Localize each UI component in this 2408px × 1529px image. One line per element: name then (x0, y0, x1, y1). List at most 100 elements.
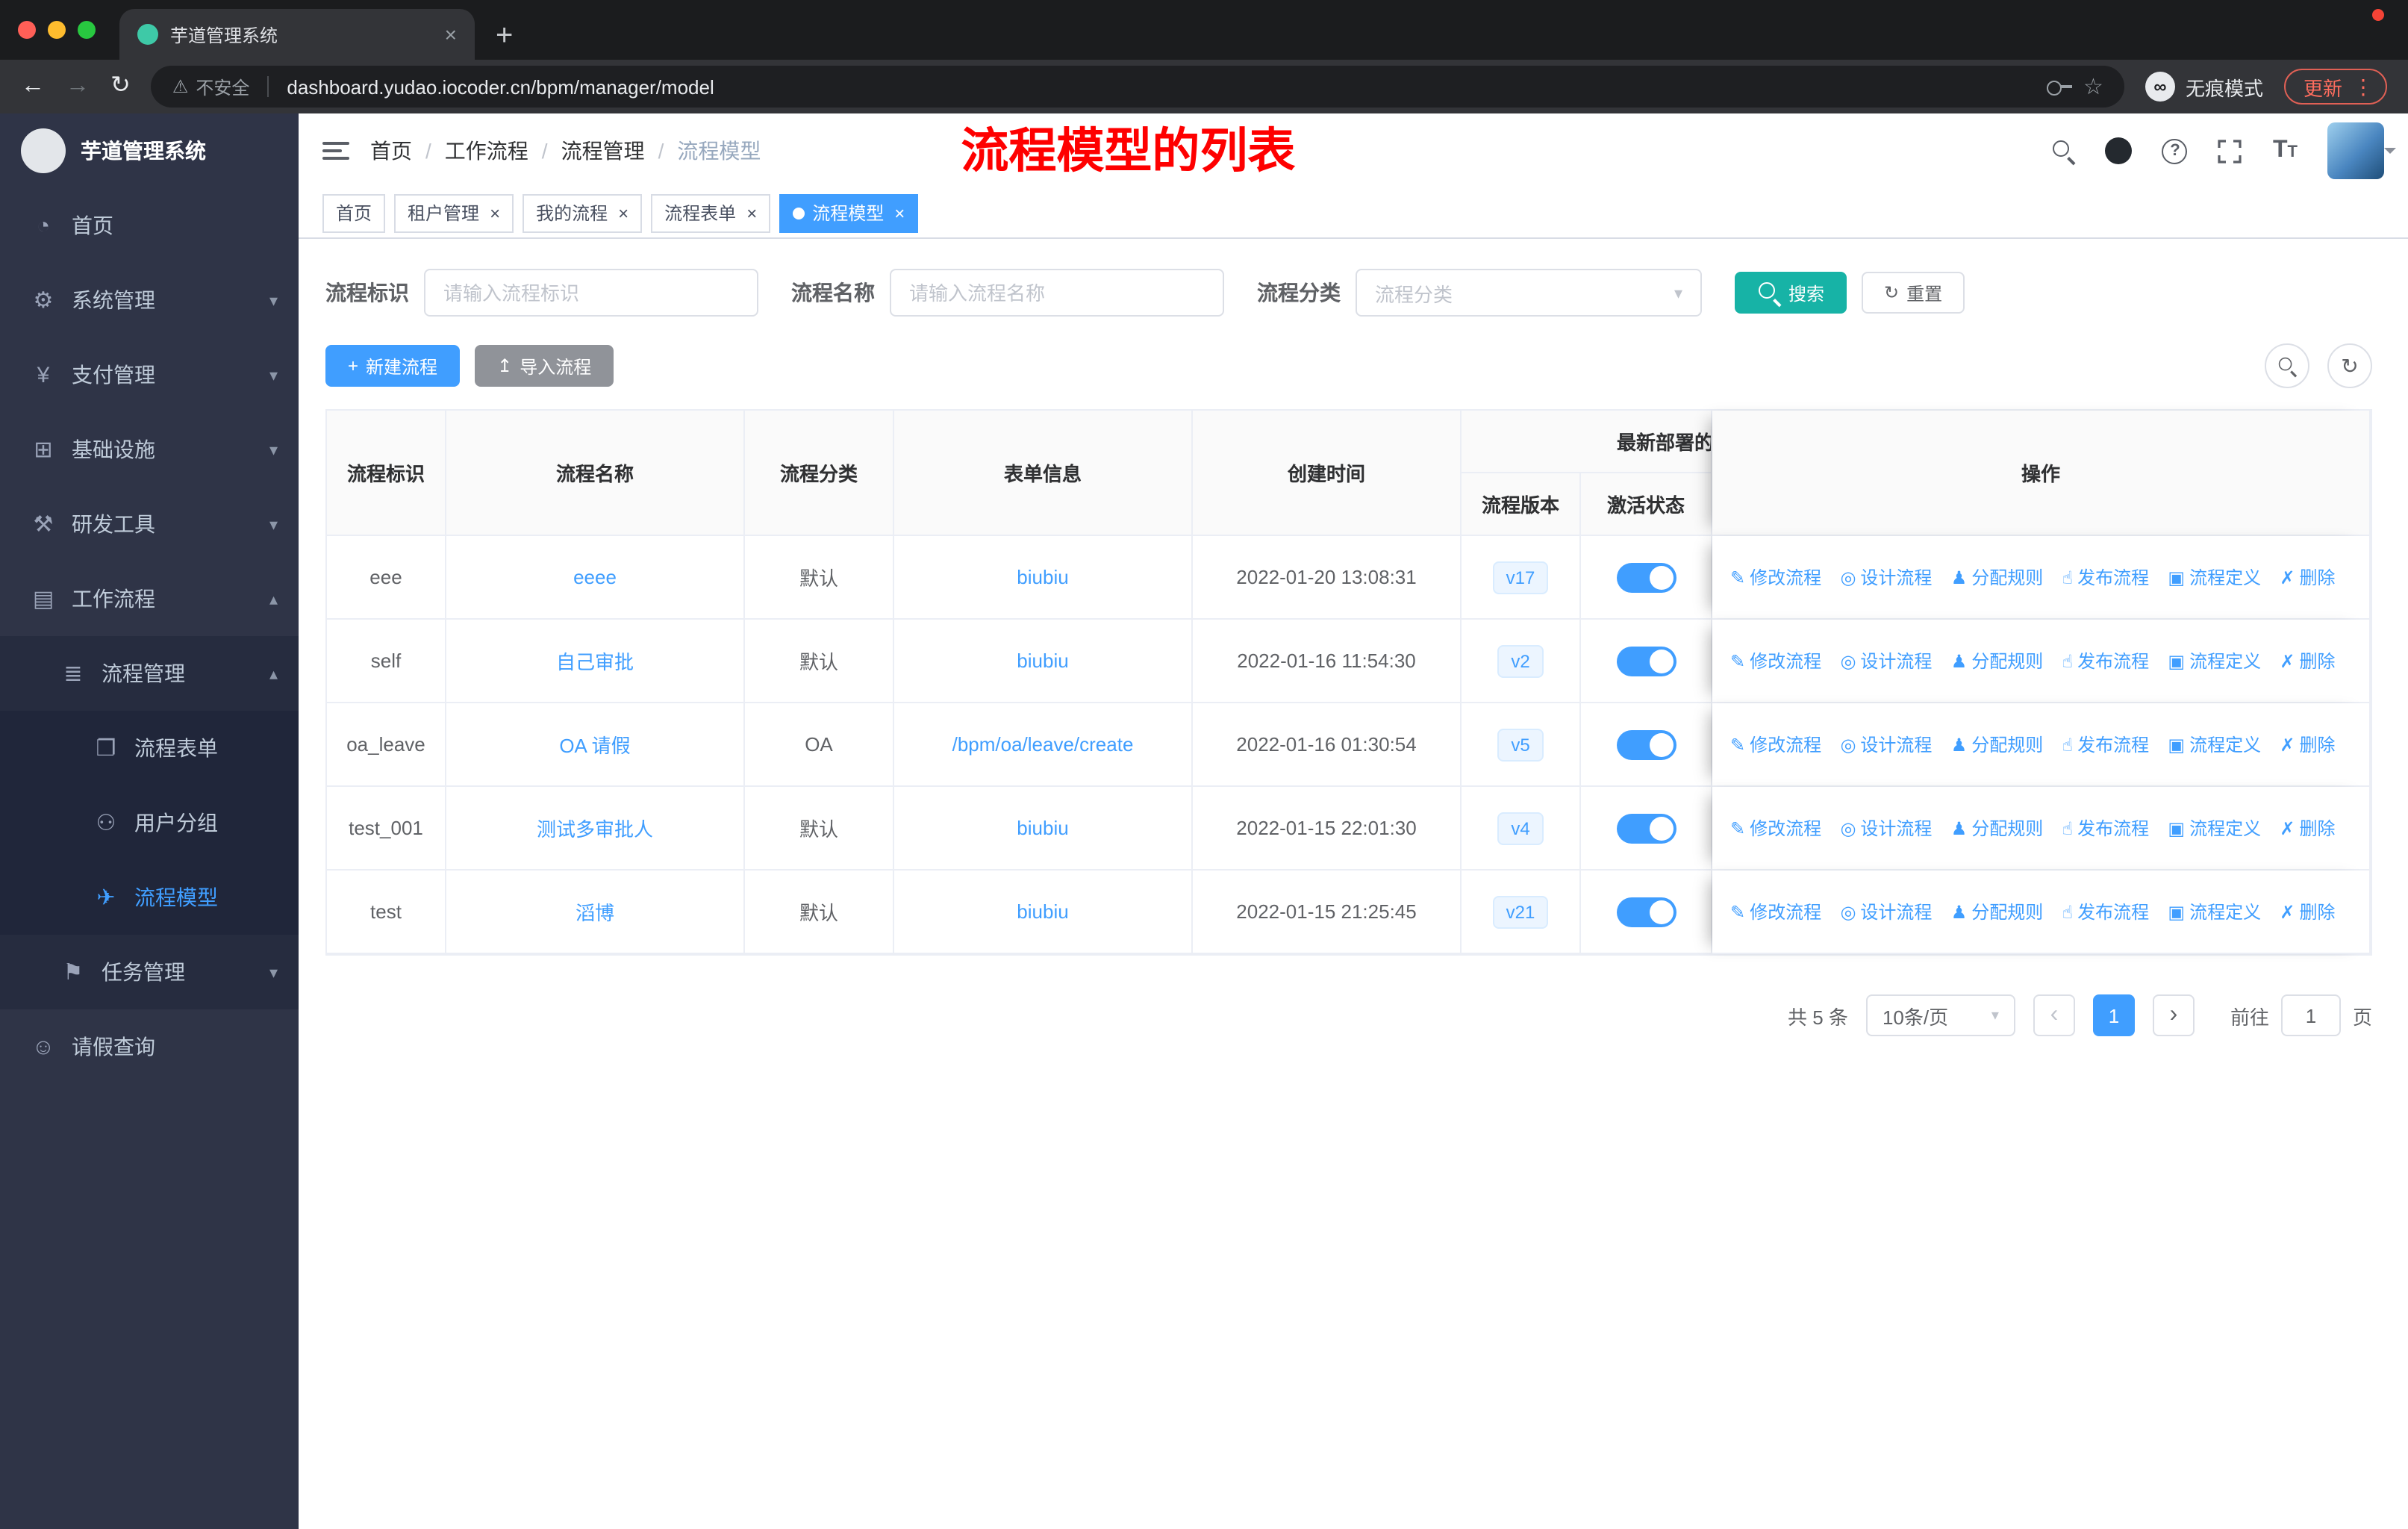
assign-rule-link[interactable]: ♟ 分配规则 (1951, 732, 2044, 757)
sidebar-item-payment[interactable]: ¥ 支付管理 ▾ (0, 337, 299, 412)
form-info-link[interactable]: biubiu (1017, 817, 1068, 839)
current-page-button[interactable]: 1 (2092, 994, 2135, 1036)
sidebar-item-user-group[interactable]: ⚇ 用户分组 (0, 785, 299, 860)
assign-rule-link[interactable]: ♟ 分配规则 (1951, 564, 2044, 590)
font-size-icon[interactable]: TT (2273, 137, 2298, 164)
refresh-table-button[interactable]: ↻ (2327, 343, 2372, 388)
sidebar-item-process-management[interactable]: ≣ 流程管理 ▴ (0, 636, 299, 711)
process-definition-link[interactable]: ▣ 流程定义 (2168, 899, 2261, 924)
process-name-input[interactable] (890, 269, 1224, 317)
process-definition-link[interactable]: ▣ 流程定义 (2168, 815, 2261, 841)
minimize-window-button[interactable] (48, 21, 66, 39)
tag-home[interactable]: 首页 (322, 193, 386, 232)
close-icon[interactable]: × (490, 202, 500, 223)
reset-button[interactable]: ↻ 重置 (1862, 272, 1965, 314)
fullscreen-icon[interactable] (2218, 138, 2243, 164)
close-icon[interactable]: × (618, 202, 628, 223)
maximize-window-button[interactable] (78, 21, 96, 39)
design-process-link[interactable]: ◎ 设计流程 (1840, 815, 1932, 841)
design-process-link[interactable]: ◎ 设计流程 (1840, 732, 1932, 757)
edit-process-link[interactable]: ✎ 修改流程 (1730, 732, 1821, 757)
close-icon[interactable]: × (894, 202, 905, 223)
process-name-link[interactable]: eeee (573, 566, 617, 588)
edit-process-link[interactable]: ✎ 修改流程 (1730, 815, 1821, 841)
publish-process-link[interactable]: ☝ 发布流程 (2062, 815, 2150, 841)
process-name-link[interactable]: 自己审批 (556, 651, 634, 673)
forward-icon[interactable]: → (66, 74, 90, 99)
search-icon[interactable] (2052, 139, 2076, 163)
tag-process-form[interactable]: 流程表单 × (651, 193, 771, 232)
close-window-button[interactable] (18, 21, 36, 39)
avatar[interactable] (2327, 122, 2396, 179)
url-bar[interactable]: ⚠ 不安全 dashboard.yudao.iocoder.cn/bpm/man… (151, 66, 2124, 108)
process-category-select[interactable]: 流程分类 ▾ (1356, 269, 1702, 317)
process-definition-link[interactable]: ▣ 流程定义 (2168, 648, 2261, 673)
active-toggle[interactable] (1616, 562, 1676, 592)
help-icon[interactable]: ? (2162, 138, 2188, 164)
import-process-button[interactable]: ↥ 导入流程 (475, 345, 614, 387)
reload-icon[interactable]: ↻ (110, 74, 131, 99)
page-size-select[interactable]: 10条/页 ▾ (1865, 994, 2015, 1036)
active-toggle[interactable] (1616, 729, 1676, 759)
sidebar-item-workflow[interactable]: ▤ 工作流程 ▴ (0, 561, 299, 636)
process-key-input[interactable] (424, 269, 758, 317)
breadcrumb-item[interactable]: 流程管理 (561, 136, 645, 166)
collapse-sidebar-icon[interactable] (322, 142, 349, 160)
edit-process-link[interactable]: ✎ 修改流程 (1730, 564, 1821, 590)
sidebar-item-task-management[interactable]: ⚑ 任务管理 ▾ (0, 935, 299, 1009)
tag-my-process[interactable]: 我的流程 × (523, 193, 643, 232)
toggle-search-button[interactable] (2265, 343, 2309, 388)
github-icon[interactable] (2105, 137, 2133, 164)
breadcrumb-item[interactable]: 首页 (370, 136, 412, 166)
close-icon[interactable]: × (746, 202, 757, 223)
publish-process-link[interactable]: ☝ 发布流程 (2062, 564, 2150, 590)
sidebar-item-devtools[interactable]: ⚒ 研发工具 ▾ (0, 487, 299, 561)
publish-process-link[interactable]: ☝ 发布流程 (2062, 732, 2150, 757)
sidebar-item-home[interactable]: ◔ 首页 (0, 188, 299, 263)
form-info-link[interactable]: biubiu (1017, 566, 1068, 588)
prev-page-button[interactable]: ‹ (2033, 994, 2075, 1036)
assign-rule-link[interactable]: ♟ 分配规则 (1951, 815, 2044, 841)
form-info-link[interactable]: biubiu (1017, 650, 1068, 672)
edit-process-link[interactable]: ✎ 修改流程 (1730, 648, 1821, 673)
new-tab-button[interactable]: + (496, 21, 513, 51)
sidebar-item-process-model[interactable]: ✈ 流程模型 (0, 860, 299, 935)
edit-process-link[interactable]: ✎ 修改流程 (1730, 899, 1821, 924)
process-definition-link[interactable]: ▣ 流程定义 (2168, 732, 2261, 757)
password-key-icon[interactable] (2046, 80, 2072, 95)
form-info-link[interactable]: /bpm/oa/leave/create (952, 733, 1134, 756)
delete-link[interactable]: ✗ 删除 (2280, 899, 2335, 924)
active-toggle[interactable] (1616, 646, 1676, 676)
delete-link[interactable]: ✗ 删除 (2280, 815, 2335, 841)
breadcrumb-item[interactable]: 工作流程 (445, 136, 528, 166)
search-button[interactable]: 搜索 (1735, 272, 1847, 314)
process-name-link[interactable]: 滔博 (576, 902, 614, 924)
sidebar-item-leave-query[interactable]: ☺ 请假查询 (0, 1009, 299, 1084)
active-toggle[interactable] (1616, 897, 1676, 927)
active-toggle[interactable] (1616, 813, 1676, 843)
assign-rule-link[interactable]: ♟ 分配规则 (1951, 648, 2044, 673)
back-icon[interactable]: ← (21, 74, 45, 99)
sidebar-item-system[interactable]: ⚙ 系统管理 ▾ (0, 263, 299, 337)
delete-link[interactable]: ✗ 删除 (2280, 732, 2335, 757)
design-process-link[interactable]: ◎ 设计流程 (1840, 648, 1932, 673)
create-process-button[interactable]: + 新建流程 (325, 345, 461, 387)
publish-process-link[interactable]: ☝ 发布流程 (2062, 648, 2150, 673)
design-process-link[interactable]: ◎ 设计流程 (1840, 564, 1932, 590)
tab-close-icon[interactable]: × (445, 22, 457, 46)
update-button[interactable]: 更新 ⋮ (2283, 69, 2387, 105)
goto-page-input[interactable] (2280, 994, 2341, 1036)
publish-process-link[interactable]: ☝ 发布流程 (2062, 899, 2150, 924)
sidebar-item-process-form[interactable]: ❐ 流程表单 (0, 711, 299, 785)
tag-tenant[interactable]: 租户管理 × (394, 193, 514, 232)
assign-rule-link[interactable]: ♟ 分配规则 (1951, 899, 2044, 924)
process-name-link[interactable]: 测试多审批人 (537, 818, 653, 841)
process-definition-link[interactable]: ▣ 流程定义 (2168, 564, 2261, 590)
security-warning[interactable]: ⚠ 不安全 (172, 74, 250, 99)
browser-menu-icon[interactable]: ⋮ (2353, 74, 2374, 99)
next-page-button[interactable]: › (2152, 994, 2195, 1036)
sidebar-item-infrastructure[interactable]: ⊞ 基础设施 ▾ (0, 412, 299, 487)
bookmark-star-icon[interactable]: ☆ (2083, 73, 2103, 100)
delete-link[interactable]: ✗ 删除 (2280, 648, 2335, 673)
design-process-link[interactable]: ◎ 设计流程 (1840, 899, 1932, 924)
